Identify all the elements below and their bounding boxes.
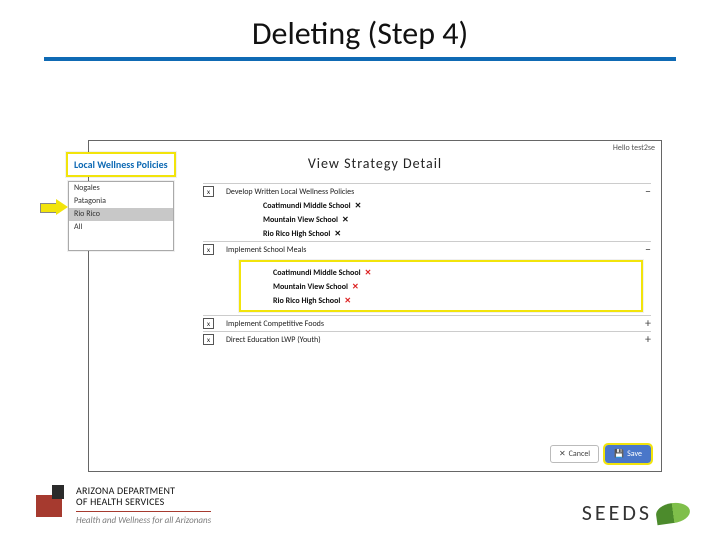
slide-footer: ARIZONA DEPARTMENTOF HEALTH SERVICES Hea… [36, 485, 690, 526]
group-label: Direct Education LWP (Youth) [226, 335, 637, 345]
filter-sidebar: Local Wellness Policies Nogales Patagoni… [66, 152, 176, 253]
list-item[interactable]: All [69, 221, 173, 234]
checkbox-icon[interactable] [203, 334, 214, 345]
remove-icon[interactable]: ✕ [365, 266, 372, 280]
checkbox-icon[interactable] [203, 318, 214, 329]
adhs-name: ARIZONA DEPARTMENTOF HEALTH SERVICES [76, 485, 211, 507]
close-icon: ✕ [559, 449, 566, 459]
strategy-list: Develop Written Local Wellness Policies … [203, 183, 651, 347]
adhs-block: ARIZONA DEPARTMENTOF HEALTH SERVICES Hea… [36, 485, 211, 526]
title-rule [44, 57, 676, 61]
group-label: Implement School Meals [226, 245, 637, 255]
remove-icon[interactable]: ✕ [342, 213, 349, 227]
cancel-button[interactable]: ✕Cancel [550, 445, 599, 463]
sub-item: Mountain View School✕ [249, 280, 633, 294]
group-row[interactable]: Implement School Meals – [203, 241, 651, 257]
seeds-logo: SEEDS [582, 499, 690, 526]
adhs-tagline: Health and Wellness for all Arizonans [76, 511, 211, 526]
collapse-icon[interactable]: – [645, 188, 651, 196]
sub-item: Coatimundi Middle School✕ [203, 199, 651, 213]
sub-item: Rio Rico High School✕ [203, 227, 651, 241]
highlighted-subgroup: Coatimundi Middle School✕ Mountain View … [239, 260, 643, 312]
sub-item: Rio Rico High School✕ [249, 294, 633, 308]
group-label: Develop Written Local Wellness Policies [226, 187, 637, 197]
group-row[interactable]: Implement Competitive Foods + [203, 315, 651, 331]
save-icon: 💾 [614, 449, 624, 459]
sub-item: Coatimundi Middle School✕ [249, 266, 633, 280]
expand-icon[interactable]: + [645, 336, 651, 344]
action-buttons: ✕Cancel 💾Save [550, 445, 651, 463]
user-greeting: Hello test2se [613, 143, 655, 153]
adhs-logo-icon [36, 485, 66, 517]
remove-icon[interactable]: ✕ [355, 199, 362, 213]
save-button[interactable]: 💾Save [605, 445, 651, 463]
group-row[interactable]: Develop Written Local Wellness Policies … [203, 183, 651, 199]
remove-icon[interactable]: ✕ [334, 227, 341, 241]
sub-item: Mountain View School✕ [203, 213, 651, 227]
list-item[interactable]: Patagonia [69, 195, 173, 208]
slide-title: Deleting (Step 4) [0, 0, 720, 53]
checkbox-icon[interactable] [203, 186, 214, 197]
group-row[interactable]: Direct Education LWP (Youth) + [203, 331, 651, 347]
checkbox-icon[interactable] [203, 244, 214, 255]
remove-icon[interactable]: ✕ [344, 294, 351, 308]
group-label: Implement Competitive Foods [226, 319, 637, 329]
leaf-icon [655, 500, 691, 525]
callout-arrow-icon [40, 200, 68, 214]
remove-icon[interactable]: ✕ [352, 280, 359, 294]
list-item[interactable]: Rio Rico [69, 208, 173, 221]
expand-icon[interactable]: + [645, 320, 651, 328]
site-listbox[interactable]: Nogales Patagonia Rio Rico All [68, 181, 174, 251]
collapse-icon[interactable]: – [645, 246, 651, 254]
list-item[interactable]: Nogales [69, 182, 173, 195]
sidebar-heading: Local Wellness Policies [66, 152, 176, 177]
